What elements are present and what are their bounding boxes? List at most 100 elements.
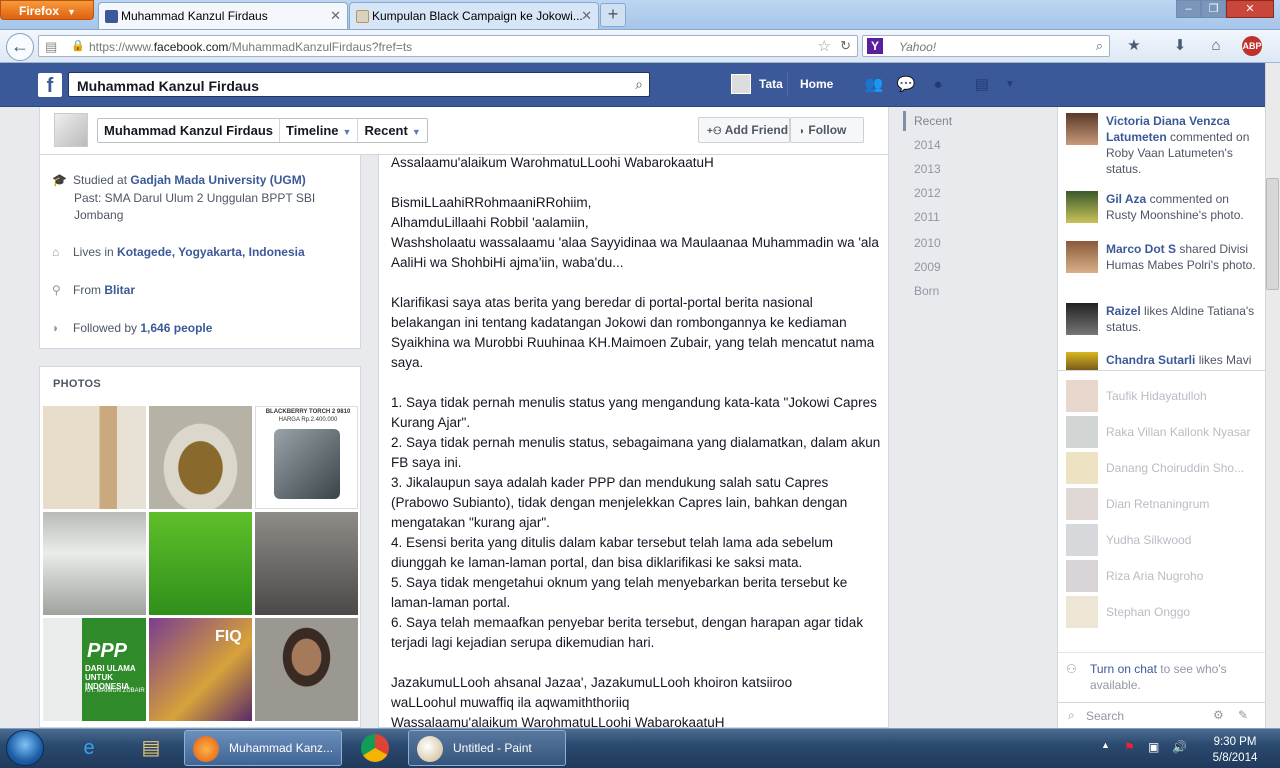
- search-icon[interactable]: ⌕: [1096, 38, 1103, 54]
- studied-row: 🎓 Studied at Gadjah Mada University (UGM): [52, 172, 352, 189]
- system-clock[interactable]: 9:30 PM 5/8/2014: [1200, 734, 1270, 766]
- year-born[interactable]: Born: [914, 284, 939, 298]
- year-2010[interactable]: 2010: [914, 236, 941, 250]
- photo-thumbnail[interactable]: [43, 512, 146, 615]
- year-2014[interactable]: 2014: [914, 138, 941, 152]
- chat-friend[interactable]: Yudha Silkwood: [1066, 524, 1256, 556]
- ticker-item[interactable]: Raizel likes Aldine Tatiana's status.: [1106, 303, 1256, 335]
- settings-chevron-down-icon[interactable]: ▼: [1000, 75, 1020, 95]
- turn-on-chat-notice: ⚇ Turn on chat to see who's available.: [1066, 661, 1256, 693]
- maximize-button[interactable]: ❐: [1201, 0, 1226, 18]
- year-2009[interactable]: 2009: [914, 260, 941, 274]
- bookmarks-icon[interactable]: ★: [1124, 36, 1144, 56]
- school-link[interactable]: Gadjah Mada University (UGM): [130, 173, 305, 187]
- action-center-flag-icon[interactable]: ⚑: [1124, 740, 1135, 754]
- facebook-search-input[interactable]: Muhammad Kanzul Firdaus ⌕: [68, 72, 650, 97]
- follow-button[interactable]: ◗ Follow: [790, 117, 864, 143]
- file-explorer-icon[interactable]: ▤: [130, 731, 172, 765]
- year-2012[interactable]: 2012: [914, 186, 941, 200]
- gear-icon[interactable]: ⚙: [1213, 708, 1224, 722]
- photo-thumbnail[interactable]: [43, 406, 146, 509]
- home-link[interactable]: Home: [800, 77, 833, 91]
- chrome-icon[interactable]: [354, 731, 396, 765]
- chat-friend[interactable]: Taufik Hidayatulloh: [1066, 380, 1256, 412]
- user-name-link[interactable]: Tata: [759, 77, 783, 91]
- taskbar-paint[interactable]: Untitled - Paint: [408, 730, 566, 766]
- chevron-down-icon: ▼: [342, 127, 352, 137]
- internet-explorer-icon[interactable]: e: [68, 731, 110, 765]
- close-window-button[interactable]: ✕: [1226, 0, 1274, 18]
- profile-name-crumb[interactable]: Muhammad Kanzul Firdaus: [98, 119, 281, 142]
- ticker-avatar[interactable]: [1066, 303, 1098, 335]
- ticker-item[interactable]: Victoria Diana Venzca Latumeten commente…: [1106, 113, 1256, 177]
- search-icon[interactable]: ⌕: [635, 76, 643, 93]
- firefox-menu-button[interactable]: Firefox ▼: [0, 0, 94, 20]
- reload-icon[interactable]: ↻: [840, 38, 851, 54]
- lives-place-link[interactable]: Kotagede, Yogyakarta, Indonesia: [117, 245, 305, 259]
- profile-thumbnail[interactable]: [54, 113, 88, 147]
- ticker-item[interactable]: Chandra Sutarli likes Mavi: [1106, 352, 1256, 370]
- page-menu-icon[interactable]: ▤: [45, 39, 57, 55]
- network-icon[interactable]: ▣: [1148, 740, 1159, 754]
- timeline-dropdown[interactable]: Timeline ▼: [280, 119, 359, 142]
- year-recent[interactable]: Recent: [914, 114, 952, 128]
- ticker-item[interactable]: Marco Dot S shared Divisi Humas Mabes Po…: [1106, 241, 1256, 273]
- ticker-item[interactable]: Gil Aza commented on Rusty Moonshine's p…: [1106, 191, 1256, 223]
- compose-icon[interactable]: ✎: [1238, 708, 1248, 722]
- photo-thumbnail[interactable]: PPP DARI ULAMA UNTUK INDONESIA KH. MAIMU…: [43, 618, 146, 721]
- address-bar[interactable]: ▤ 🔒 https://www.facebook.com/MuhammadKan…: [38, 35, 858, 57]
- recent-dropdown[interactable]: Recent ▼: [358, 119, 426, 142]
- scrollbar-thumb[interactable]: [1266, 178, 1279, 290]
- home-icon[interactable]: ⌂: [1206, 36, 1226, 56]
- photo-thumbnail[interactable]: BLACKBERRY TORCH 2 9810 HARGA Rp.2.400.0…: [255, 406, 358, 509]
- search-bar[interactable]: Y Yahoo! ⌕: [862, 35, 1110, 57]
- chat-friend[interactable]: Stephan Onggo: [1066, 596, 1256, 628]
- ticker-avatar[interactable]: [1066, 113, 1098, 145]
- tab-kumpulan[interactable]: Kumpulan Black Campaign ke Jokowi... ✕: [349, 2, 599, 29]
- volume-icon[interactable]: 🔊: [1172, 740, 1187, 754]
- photo-thumbnail[interactable]: FIQ: [149, 618, 252, 721]
- from-place-link[interactable]: Blitar: [104, 283, 135, 297]
- back-arrow-icon[interactable]: ←: [6, 33, 34, 61]
- messages-icon[interactable]: 💬: [896, 75, 916, 95]
- ticker-avatar[interactable]: [1066, 352, 1098, 370]
- year-2013[interactable]: 2013: [914, 162, 941, 176]
- chat-search-input[interactable]: ⌕ Search ⚙ ✎: [1058, 702, 1265, 728]
- notifications-globe-icon[interactable]: ●: [928, 75, 948, 95]
- ticker-name: Gil Aza: [1106, 192, 1147, 206]
- ticker-avatar[interactable]: [1066, 191, 1098, 223]
- minimize-button[interactable]: –: [1176, 0, 1201, 18]
- tray-expand-icon[interactable]: ▲: [1101, 740, 1110, 750]
- yahoo-icon[interactable]: Y: [867, 38, 883, 54]
- adblock-icon[interactable]: ABP: [1242, 36, 1262, 56]
- user-avatar[interactable]: [731, 74, 751, 94]
- facebook-logo-icon[interactable]: f: [38, 73, 62, 97]
- new-tab-button[interactable]: +: [600, 3, 626, 27]
- start-button[interactable]: [6, 730, 44, 766]
- photo-thumbnail[interactable]: [149, 512, 252, 615]
- chat-friend[interactable]: Riza Aria Nugroho: [1066, 560, 1256, 592]
- photo-thumbnail[interactable]: [255, 618, 358, 721]
- turn-on-chat-link[interactable]: Turn on chat: [1090, 662, 1157, 676]
- ticker-avatar[interactable]: [1066, 241, 1098, 273]
- friend-requests-icon[interactable]: 👥: [864, 75, 884, 95]
- privacy-lock-icon[interactable]: ▤: [972, 75, 992, 95]
- tab-facebook[interactable]: Muhammad Kanzul Firdaus ✕: [98, 2, 348, 29]
- chat-friend[interactable]: Raka Villan Kallonk Nyasar: [1066, 416, 1256, 448]
- taskbar-firefox[interactable]: Muhammad Kanz...: [184, 730, 342, 766]
- bookmark-star-icon[interactable]: ☆: [818, 37, 831, 55]
- add-friend-button[interactable]: +⚇ Add Friend: [698, 117, 790, 143]
- photos-title[interactable]: PHOTOS: [53, 378, 101, 390]
- page-scrollbar[interactable]: [1265, 63, 1280, 728]
- chat-friend[interactable]: Danang Choiruddin Sho...: [1066, 452, 1256, 484]
- downloads-icon[interactable]: ⬇: [1170, 36, 1190, 56]
- photo-thumbnail[interactable]: [255, 512, 358, 615]
- followers-link[interactable]: 1,646 people: [140, 321, 212, 335]
- friend-name: Stephan Onggo: [1106, 605, 1191, 619]
- close-icon[interactable]: ✕: [581, 8, 592, 24]
- year-2011[interactable]: 2011: [914, 210, 940, 224]
- photo-thumbnail[interactable]: [149, 406, 252, 509]
- chat-friend[interactable]: Dian Retnaningrum: [1066, 488, 1256, 520]
- ticker-divider: [1058, 370, 1265, 371]
- close-icon[interactable]: ✕: [330, 8, 341, 24]
